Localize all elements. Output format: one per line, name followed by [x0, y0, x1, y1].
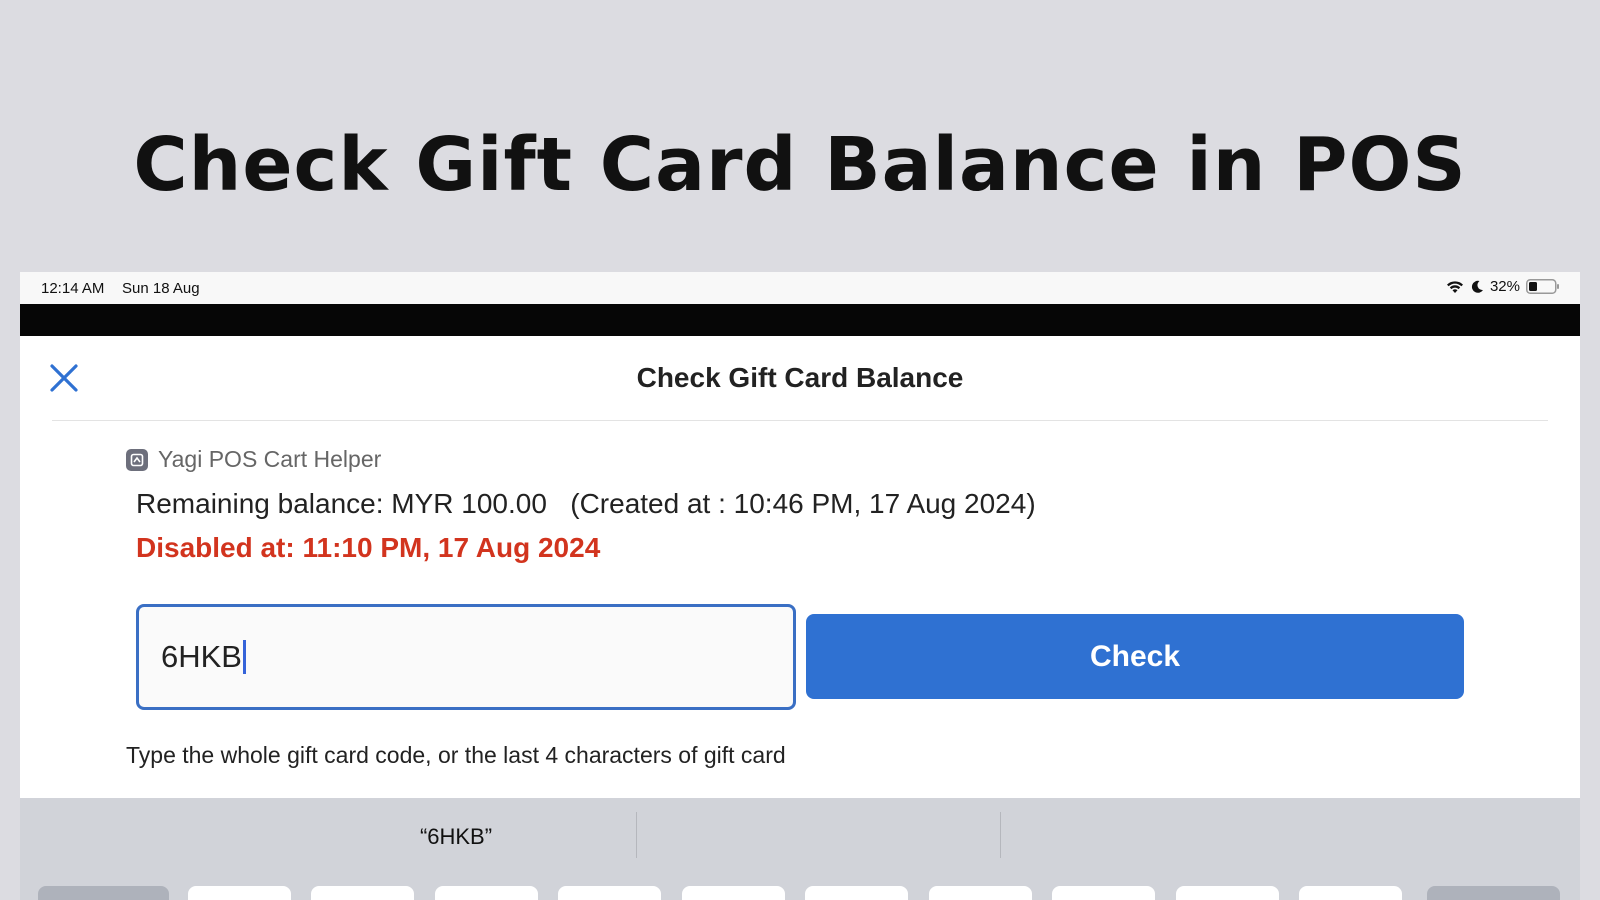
status-indicators: 32% — [1446, 278, 1560, 295]
ipad-screen: 12:14 AM Sun 18 Aug 32% Check Gift Card … — [20, 272, 1580, 900]
keyboard-key[interactable] — [1299, 886, 1402, 900]
keyboard-key-delete[interactable] — [1427, 886, 1560, 900]
check-button[interactable]: Check — [806, 614, 1464, 699]
gift-card-sheet: Check Gift Card Balance Yagi POS Cart He… — [20, 336, 1580, 900]
keyboard-key[interactable] — [805, 886, 908, 900]
moon-icon — [1471, 280, 1483, 293]
gift-card-code-value: 6HKB — [161, 639, 242, 674]
keyboard-key[interactable] — [929, 886, 1032, 900]
keyboard-suggestion[interactable]: “6HKB” — [276, 824, 636, 850]
keyboard: “6HKB” — [20, 798, 1580, 900]
battery-percent: 32% — [1489, 278, 1520, 295]
keyboard-key[interactable] — [188, 886, 291, 900]
gift-card-code-input[interactable]: 6HKB — [136, 604, 796, 710]
suggestion-divider — [636, 812, 637, 858]
header-divider — [52, 420, 1548, 421]
remaining-balance: Remaining balance: MYR 100.00 (Created a… — [136, 488, 1036, 519]
page-headline: Check Gift Card Balance in POS — [133, 122, 1467, 208]
keyboard-key-tab[interactable] — [38, 886, 169, 900]
keyboard-key[interactable] — [311, 886, 414, 900]
keyboard-key[interactable] — [1052, 886, 1155, 900]
wifi-icon — [1446, 280, 1463, 293]
sheet-title: Check Gift Card Balance — [636, 362, 964, 393]
keyboard-key[interactable] — [435, 886, 538, 900]
app-label-row: Yagi POS Cart Helper — [126, 446, 381, 473]
keyboard-key[interactable] — [682, 886, 785, 900]
suggestion-divider — [1000, 812, 1001, 858]
keyboard-key[interactable] — [558, 886, 661, 900]
app-icon — [126, 448, 148, 471]
keyboard-key[interactable] — [1176, 886, 1279, 900]
disabled-at: Disabled at: 11:10 PM, 17 Aug 2024 — [136, 532, 601, 563]
battery-icon — [1526, 279, 1559, 294]
text-caret — [242, 640, 246, 674]
input-hint: Type the whole gift card code, or the la… — [126, 742, 786, 768]
status-bar: 12:14 AM Sun 18 Aug 32% — [20, 272, 1580, 304]
status-time: 12:14 AM — [41, 280, 105, 297]
status-date: Sun 18 Aug — [122, 280, 200, 297]
app-name: Yagi POS Cart Helper — [158, 446, 382, 472]
top-black-bar — [20, 304, 1580, 336]
